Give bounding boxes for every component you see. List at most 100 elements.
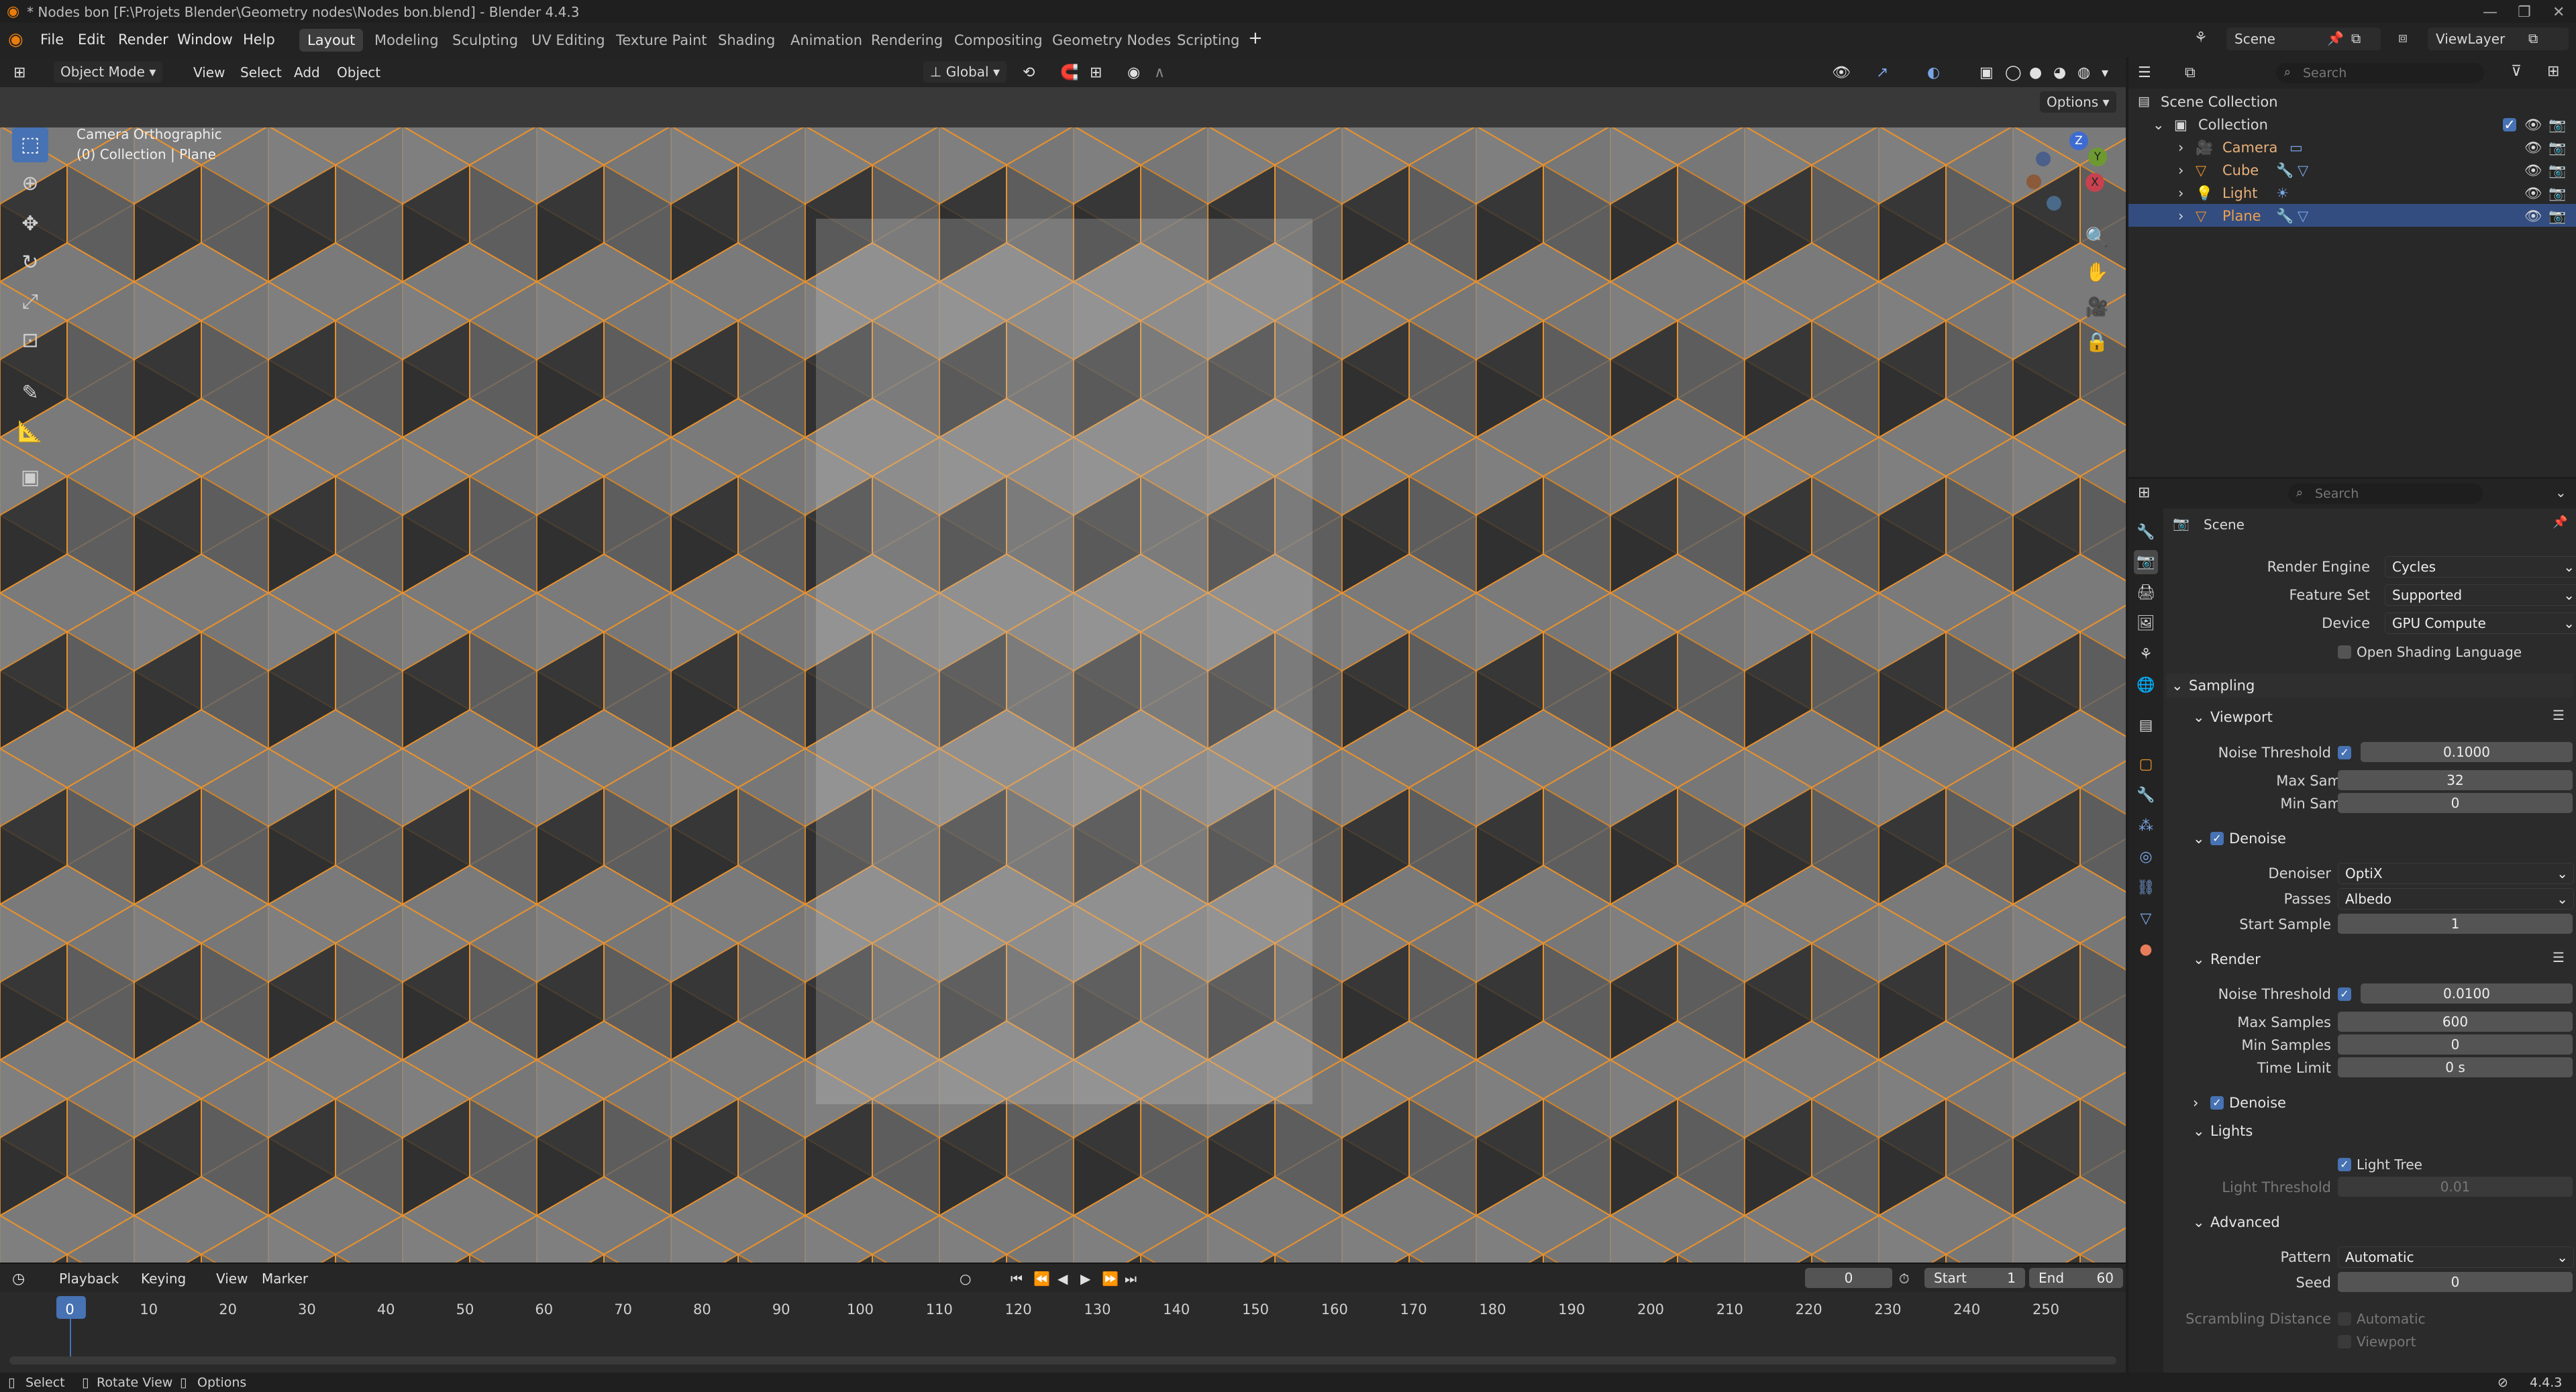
outliner-editor-icon[interactable]: ☰	[2138, 64, 2151, 81]
expand-arrow-icon[interactable]: ›	[2178, 140, 2183, 156]
properties-search[interactable]: ⌕ Search	[2288, 484, 2483, 504]
osl-checkbox[interactable]	[2338, 645, 2351, 659]
eye-icon[interactable]: 👁	[2524, 208, 2542, 225]
r-max-samples-field[interactable]: 600	[2338, 1012, 2573, 1032]
collection-checkbox[interactable]: ✓	[2503, 118, 2516, 132]
vp-max-samples-field[interactable]: 32	[2338, 770, 2573, 790]
subpanel-arrow-icon[interactable]: ⌄	[2193, 1214, 2205, 1230]
scene-icon[interactable]: ⚘	[2194, 30, 2208, 46]
expand-arrow-icon[interactable]: ⌄	[2153, 117, 2165, 133]
denoiser-dropdown[interactable]: OptiX ⌄	[2338, 863, 2574, 884]
presets-icon[interactable]: ☰	[2553, 949, 2565, 965]
r-min-samples-field[interactable]: 0	[2338, 1034, 2573, 1055]
tab-sculpting[interactable]: Sculpting	[444, 29, 526, 52]
camera-view-icon[interactable]: 🎥	[2082, 292, 2112, 322]
subpanel-arrow-icon[interactable]: ⌄	[2193, 709, 2205, 725]
select-box-tool[interactable]: ⬚	[12, 127, 48, 162]
new-view-layer-icon[interactable]: ⧉	[2528, 30, 2538, 46]
xray-icon[interactable]: ▣	[1979, 64, 1994, 81]
options-dropdown[interactable]: Options ▾	[2040, 91, 2116, 113]
menu-render[interactable]: Render	[118, 32, 168, 48]
tab-rendering[interactable]: Rendering	[863, 29, 951, 52]
solid-shading-icon[interactable]: ●	[2029, 64, 2042, 81]
collection-tab-icon[interactable]: ▤	[2134, 714, 2158, 738]
pattern-dropdown[interactable]: Automatic ⌄	[2338, 1246, 2574, 1268]
view-layer-selector[interactable]: ViewLayer ⧉	[2428, 28, 2569, 50]
scene-geometry[interactable]	[0, 87, 2126, 1263]
object-tab-icon[interactable]: ▢	[2134, 753, 2158, 777]
pin-icon[interactable]: 📌	[2327, 30, 2344, 46]
rendered-shading-icon[interactable]: ◍	[2077, 64, 2090, 81]
device-dropdown[interactable]: GPU Compute ⌄	[2385, 612, 2576, 634]
rotate-tool[interactable]: ↻	[12, 246, 48, 280]
menu-edit[interactable]: Edit	[78, 32, 105, 48]
menu-select[interactable]: Select	[240, 64, 282, 81]
tool-tab-icon[interactable]: 🔧	[2134, 521, 2158, 545]
eye-icon[interactable]: 👁	[2524, 185, 2542, 202]
vp-noise-threshold-field[interactable]: 0.1000	[2361, 742, 2573, 762]
subpanel-arrow-icon[interactable]: ⌄	[2193, 831, 2205, 847]
add-workspace-icon[interactable]: +	[1248, 28, 1263, 48]
scale-tool[interactable]: ⤢	[12, 284, 48, 319]
vp-denoise-checkbox[interactable]: ✓	[2210, 832, 2224, 845]
eye-icon[interactable]: 👁	[2524, 162, 2542, 179]
sampling-panel-header[interactable]: ⌄ Sampling	[2166, 674, 2573, 698]
transform-tool[interactable]: ⊡	[12, 323, 48, 358]
outliner-search[interactable]: ⌕ Search	[2276, 63, 2484, 83]
shading-options-icon[interactable]: ▾	[2102, 64, 2108, 81]
gizmo-neg-y[interactable]	[2047, 196, 2061, 211]
tab-uv-editing[interactable]: UV Editing	[523, 29, 613, 52]
eye-icon[interactable]: 👁	[2524, 140, 2542, 156]
mode-dropdown[interactable]: Object Mode ▾	[54, 61, 163, 83]
menu-file[interactable]: File	[40, 32, 64, 48]
pan-hand-icon[interactable]: ✋	[2082, 258, 2112, 287]
menu-view[interactable]: View	[193, 64, 225, 81]
outliner-item-plane[interactable]: › ▽ Plane 🔧 ▽ 👁 📷	[2128, 204, 2576, 227]
physics-tab-icon[interactable]: ◎	[2134, 845, 2158, 869]
camera-render-icon[interactable]: 📷	[2548, 208, 2566, 225]
light-threshold-field[interactable]: 0.01	[2338, 1177, 2573, 1197]
menu-help[interactable]: Help	[243, 32, 275, 48]
gizmo-neg-z[interactable]	[2036, 152, 2051, 166]
zoom-icon[interactable]: 🔍	[2082, 223, 2112, 252]
subpanel-arrow-icon[interactable]: ›	[2193, 1095, 2198, 1111]
expand-arrow-icon[interactable]: ›	[2178, 185, 2183, 201]
outliner-item-cube[interactable]: › ▽ Cube 🔧 ▽ 👁 📷	[2128, 158, 2576, 181]
tab-modeling[interactable]: Modeling	[366, 29, 447, 52]
pin-icon[interactable]: 📌	[2553, 515, 2567, 529]
cursor-tool[interactable]: ⊕	[12, 166, 48, 201]
scrambling-viewport-checkbox[interactable]	[2338, 1335, 2351, 1348]
outliner-collection[interactable]: ⌄ ▣ Collection ✓ 👁 📷	[2128, 113, 2576, 136]
minimize-icon[interactable]: —	[2483, 4, 2497, 21]
gizmo-z[interactable]: Z	[2069, 131, 2088, 150]
camera-render-icon[interactable]: 📷	[2548, 117, 2566, 133]
navigation-gizmo[interactable]: Z Y X	[2026, 131, 2107, 212]
tab-scripting[interactable]: Scripting	[1169, 29, 1247, 52]
expand-arrow-icon[interactable]: ›	[2178, 208, 2183, 224]
light-tree-checkbox[interactable]: ✓	[2338, 1158, 2351, 1171]
modifier-tab-icon[interactable]: 🔧	[2134, 784, 2158, 808]
start-sample-field[interactable]: 1	[2338, 914, 2573, 934]
tab-shading[interactable]: Shading	[710, 29, 783, 52]
tab-compositing[interactable]: Compositing	[946, 29, 1051, 52]
render-tab-icon[interactable]: 📷	[2134, 550, 2158, 574]
tab-geometry-nodes[interactable]: Geometry Nodes	[1044, 29, 1179, 52]
menu-window[interactable]: Window	[177, 32, 233, 48]
gizmo-x[interactable]: X	[2085, 173, 2104, 192]
gizmo-y[interactable]: Y	[2088, 148, 2107, 166]
scene-tab-icon[interactable]: ⚘	[2134, 643, 2158, 667]
falloff-icon[interactable]: ∧	[1154, 64, 1165, 81]
camera-render-icon[interactable]: 📷	[2548, 185, 2566, 202]
time-limit-field[interactable]: 0 s	[2338, 1057, 2573, 1077]
editor-type-icon[interactable]: ⊞	[13, 64, 25, 81]
camera-render-icon[interactable]: 📷	[2548, 162, 2566, 179]
3d-viewport[interactable]: ⊞ Object Mode ▾ View Select Add Object ⊥…	[0, 58, 2126, 1263]
timeline-scrollbar[interactable]	[9, 1356, 2116, 1364]
display-mode-icon[interactable]: ⧉	[2185, 64, 2196, 81]
camera-render-icon[interactable]: 📷	[2548, 140, 2566, 156]
outliner-item-camera[interactable]: › 🎥 Camera ▭ 👁 📷	[2128, 136, 2576, 158]
tab-texture-paint[interactable]: Texture Paint	[608, 29, 715, 52]
view-layer-icon[interactable]: ⧈	[2398, 30, 2408, 46]
maximize-icon[interactable]: ❐	[2518, 4, 2531, 21]
wireframe-shading-icon[interactable]: ◯	[2005, 64, 2022, 81]
